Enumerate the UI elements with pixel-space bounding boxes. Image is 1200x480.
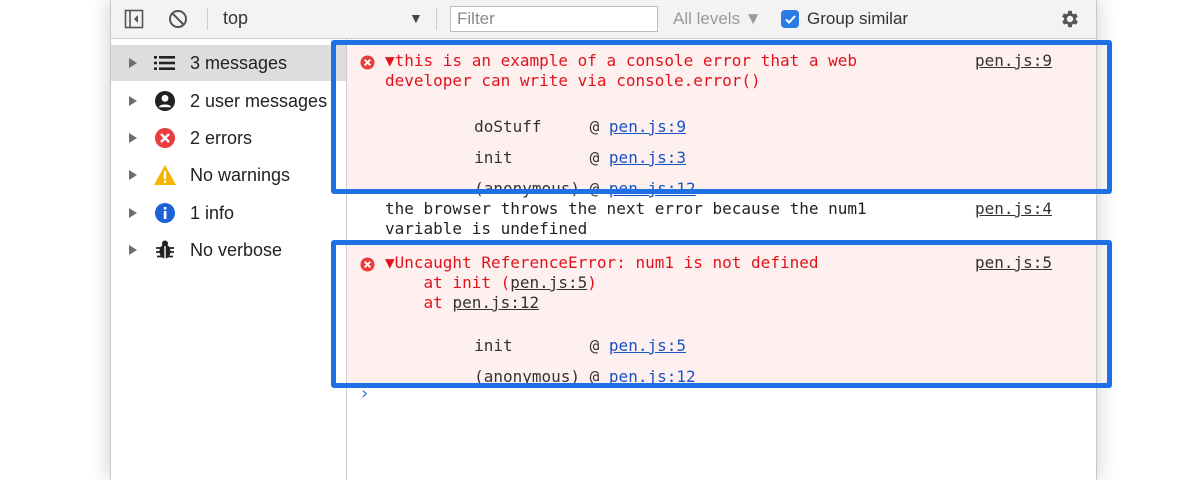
source-link[interactable]: pen.js:9	[975, 51, 1052, 70]
sidebar-item-label: 1 info	[190, 202, 235, 223]
stack-frame: (anonymous) @ pen.js:12	[397, 348, 696, 405]
console-messages: ▼this is an example of a console error t…	[347, 39, 1096, 480]
frame-function: (anonymous) @	[474, 367, 609, 386]
log-text: the browser throws the next error becaus…	[385, 199, 867, 238]
bug-icon	[153, 238, 177, 262]
context-dropdown[interactable]: ▼	[409, 10, 423, 26]
info-icon	[153, 201, 177, 225]
sidebar-item-label: No warnings	[190, 164, 291, 185]
console-sidebar: 3 messages 2 user messages 2 errors No w…	[111, 39, 347, 480]
prompt-chevron-icon: ›	[361, 383, 369, 404]
console-prompt[interactable]: ›	[361, 383, 368, 404]
console-error-message[interactable]: ▼Uncaught ReferenceError: num1 is not de…	[347, 244, 1096, 387]
sidebar-item-label: No verbose	[190, 239, 283, 260]
source-link[interactable]: pen.js:5	[975, 253, 1052, 272]
devtools-window: top ▼ All levels ▼ Group similar	[110, 0, 1097, 480]
stack-prefix: at init (	[385, 273, 511, 292]
expand-arrow-icon[interactable]	[129, 58, 137, 68]
toggle-sidebar-button[interactable]	[124, 9, 144, 29]
sidebar-item-label: 3 messages	[190, 52, 288, 73]
stack-line: at init (pen.js:5)	[385, 273, 597, 292]
stack-link[interactable]: pen.js:12	[452, 293, 539, 312]
clear-icon	[169, 10, 187, 28]
console-toolbar: top ▼ All levels ▼ Group similar	[111, 0, 1096, 39]
frame-link[interactable]: pen.js:12	[609, 179, 696, 198]
expand-arrow-icon[interactable]	[129, 133, 137, 143]
error-icon	[153, 126, 177, 150]
source-link[interactable]: pen.js:4	[975, 199, 1052, 218]
toolbar-divider	[436, 8, 437, 30]
sidebar-toggle-icon	[124, 9, 144, 29]
frame-link[interactable]: pen.js:12	[609, 367, 696, 386]
stack-link[interactable]: pen.js:5	[510, 273, 587, 292]
sidebar-item-warnings[interactable]: No warnings	[111, 157, 346, 193]
user-icon	[153, 89, 177, 113]
console-error-message[interactable]: ▼this is an example of a console error t…	[347, 42, 1096, 198]
sidebar-item-errors[interactable]: 2 errors	[111, 120, 346, 156]
sidebar-item-label: 2 errors	[190, 127, 253, 148]
chevron-down-icon: ▼	[409, 10, 423, 26]
filter-input[interactable]	[450, 6, 658, 32]
gear-icon	[1062, 10, 1078, 28]
console-log-message[interactable]: the browser throws the next error becaus…	[347, 199, 1096, 241]
context-selector[interactable]: top	[223, 8, 248, 29]
toolbar-divider	[207, 8, 208, 30]
error-text[interactable]: ▼Uncaught ReferenceError: num1 is not de…	[385, 253, 818, 313]
log-levels-dropdown[interactable]: All levels ▼	[673, 9, 762, 29]
expand-arrow-icon[interactable]	[129, 96, 137, 106]
context-label: top	[223, 8, 249, 28]
sidebar-item-label: 2 user messages	[190, 90, 328, 111]
console-settings-button[interactable]	[1059, 8, 1081, 30]
error-icon	[360, 55, 375, 70]
expand-arrow-icon[interactable]	[129, 208, 137, 218]
stack-line: at pen.js:12	[385, 293, 540, 312]
sidebar-item-verbose[interactable]: No verbose	[111, 232, 346, 268]
error-text[interactable]: ▼this is an example of a console error t…	[385, 51, 857, 91]
frame-function: (anonymous) @	[474, 179, 609, 198]
group-similar-label: Group similar	[807, 9, 909, 28]
list-icon	[153, 51, 177, 75]
stack-suffix: )	[587, 273, 597, 292]
sidebar-item-info[interactable]: 1 info	[111, 195, 346, 231]
log-levels-label: All levels ▼	[673, 9, 762, 28]
expand-arrow-icon[interactable]	[129, 170, 137, 180]
group-similar-toggle[interactable]: Group similar	[781, 9, 908, 29]
warning-icon	[153, 163, 177, 187]
sidebar-item-messages[interactable]: 3 messages	[111, 45, 346, 81]
clear-console-button[interactable]	[168, 9, 188, 29]
checkbox-checked-icon[interactable]	[781, 10, 799, 28]
sidebar-item-user-messages[interactable]: 2 user messages	[111, 83, 346, 119]
error-icon	[360, 257, 375, 272]
expand-arrow-icon[interactable]	[129, 245, 137, 255]
stack-prefix: at	[385, 293, 453, 312]
error-title: ▼Uncaught ReferenceError: num1 is not de…	[385, 253, 819, 272]
